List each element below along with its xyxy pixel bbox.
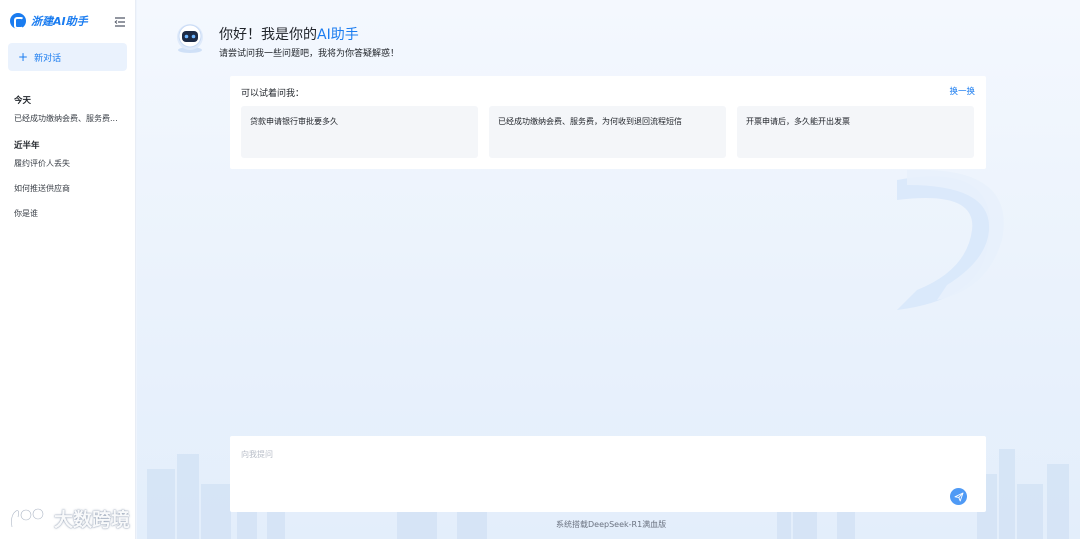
refresh-suggestions-button[interactable]: 换一换 — [949, 85, 975, 97]
greeting-accent: AI助手 — [317, 27, 359, 43]
history-item[interactable]: 履约评价人丢失 — [14, 158, 126, 169]
history-item[interactable]: 如何推送供应商 — [14, 183, 126, 194]
brand: 浙建AI助手 — [10, 12, 88, 30]
history-item[interactable]: 你是谁 — [14, 208, 126, 219]
sidebar: 浙建AI助手 + 新对话 今天 已经成功缴纳会费、服务费... 近半年 履约评价… — [0, 0, 136, 539]
collapse-sidebar-icon[interactable] — [114, 16, 126, 28]
chat-input[interactable] — [230, 436, 930, 512]
footer-note: 系统搭载DeepSeek-R1满血版 — [556, 520, 667, 529]
plus-icon: + — [18, 50, 29, 64]
history-item[interactable]: 已经成功缴纳会费、服务费... — [14, 113, 126, 124]
brand-name: 浙建AI助手 — [31, 15, 88, 28]
history-group-half-year: 近半年 — [14, 141, 40, 151]
watermark: 大数跨境 — [8, 504, 130, 532]
suggestions-title: 可以试着问我： — [241, 89, 305, 99]
suggested-question[interactable]: 已经成功缴纳会费、服务费，为何收到退回流程短信 — [489, 106, 726, 158]
suggested-question[interactable]: 贷款申请银行审批要多久 — [241, 106, 478, 158]
chat-input-box — [230, 436, 986, 512]
new-chat-label: 新对话 — [34, 53, 62, 64]
suggestions-card: 可以试着问我： 换一换 贷款申请银行审批要多久 已经成功缴纳会费、服务费，为何收… — [230, 76, 986, 169]
history-group-today: 今天 — [14, 96, 32, 106]
send-icon — [954, 492, 963, 501]
watermark-text: 大数跨境 — [54, 508, 131, 531]
new-chat-button[interactable]: + 新对话 — [8, 43, 127, 71]
suggested-question[interactable]: 开票申请后，多久能开出发票 — [737, 106, 974, 158]
brand-logo-icon — [10, 13, 26, 29]
send-button[interactable] — [950, 488, 967, 505]
greeting-subtitle: 请尝试问我一些问题吧，我将为你答疑解惑！ — [219, 49, 400, 59]
watermark-logo-icon — [10, 507, 45, 528]
robot-avatar-icon — [177, 24, 203, 53]
greeting-prefix: 你好！我是你的 — [219, 27, 317, 43]
greeting-title: 你好！我是你的AI助手 — [219, 24, 359, 44]
